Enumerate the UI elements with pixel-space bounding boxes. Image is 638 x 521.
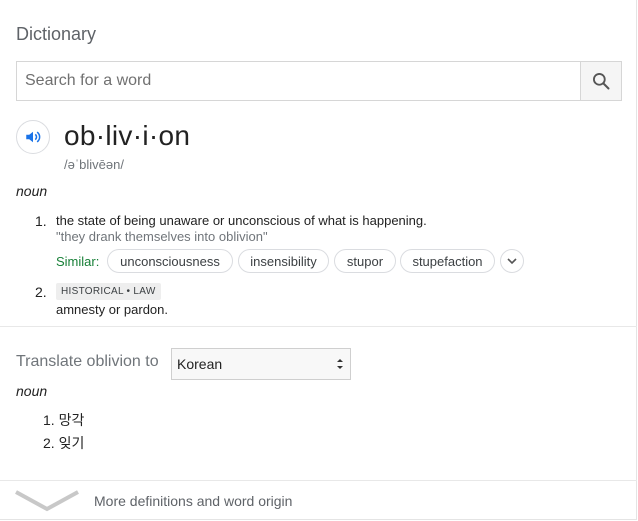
sense-example: "they drank themselves into oblivion": [56, 229, 268, 244]
search-button[interactable]: [580, 62, 621, 100]
similar-chip[interactable]: stupor: [334, 249, 396, 273]
language-select[interactable]: Korean: [171, 348, 351, 380]
similar-chip[interactable]: stupefaction: [400, 249, 495, 273]
expand-more-button[interactable]: [14, 489, 80, 518]
divider: [0, 326, 637, 327]
select-arrows-icon: [337, 359, 343, 369]
speaker-icon: [26, 131, 41, 143]
chevron-down-icon: [507, 258, 517, 265]
sense-number: 1.: [35, 213, 47, 229]
translate-label: Translate oblivion to: [16, 353, 159, 370]
sense-definition: amnesty or pardon.: [56, 302, 169, 317]
dictionary-title: Dictionary: [16, 24, 97, 44]
headword: ob·liv·i·on: [64, 120, 191, 151]
divider: [0, 480, 637, 481]
dictionary-card: Dictionary ob·liv·i·on /əˈblivēən/ noun …: [0, 0, 637, 520]
phonetic: /əˈblivēən/: [64, 157, 124, 172]
usage-tag: HISTORICAL • LAW: [56, 283, 161, 300]
translation-item: 1. 망각: [43, 412, 85, 428]
search-icon: [593, 73, 610, 90]
more-definitions-link[interactable]: More definitions and word origin: [94, 493, 292, 509]
sense-definition: the state of being unaware or unconsciou…: [56, 213, 427, 228]
translate-part-of-speech: noun: [16, 383, 48, 399]
translation-item: 2. 잊기: [43, 435, 85, 451]
part-of-speech: noun: [16, 183, 48, 199]
similar-chip[interactable]: insensibility: [238, 249, 329, 273]
chevron-down-icon: [15, 490, 79, 512]
similar-chip[interactable]: unconsciousness: [107, 249, 233, 273]
pronounce-button[interactable]: [16, 120, 50, 154]
more-similar-button[interactable]: [500, 249, 524, 273]
language-select-value: Korean: [177, 356, 223, 372]
sense-number: 2.: [35, 284, 47, 300]
search-box: [16, 61, 622, 101]
search-input[interactable]: [17, 62, 580, 100]
similar-label: Similar:: [56, 254, 100, 269]
